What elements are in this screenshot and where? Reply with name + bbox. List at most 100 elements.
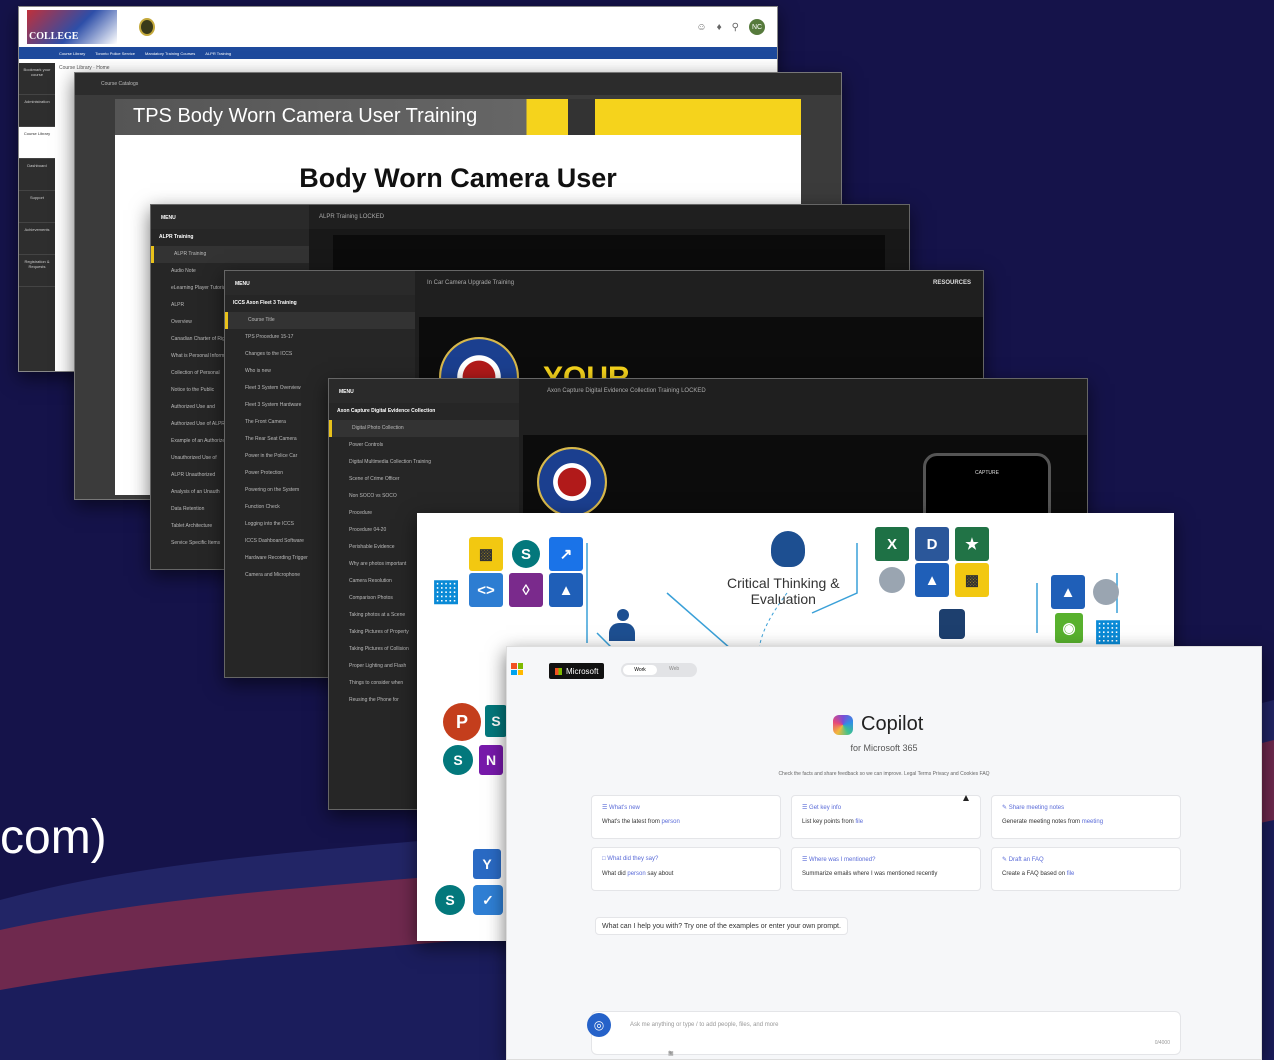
lock-icon bbox=[939, 609, 965, 639]
help-message: What can I help you with? Try one of the… bbox=[595, 917, 848, 935]
breadcrumb: Course Library Toronto Police Service Ma… bbox=[19, 47, 777, 59]
card-desc: Summarize emails where I was mentioned r… bbox=[802, 870, 972, 879]
sharepoint-icon: S bbox=[509, 537, 543, 571]
crest-icon bbox=[139, 18, 155, 36]
center-label-line: Critical Thinking & bbox=[727, 575, 840, 591]
menu-item[interactable]: ALPR Training bbox=[151, 246, 309, 263]
prompt-placeholder[interactable]: Ask me anything or type / to add people,… bbox=[630, 1022, 778, 1028]
char-counter: 0/4000 bbox=[1154, 1040, 1170, 1046]
sidebar-item[interactable]: Course Library bbox=[19, 127, 55, 159]
power-automate-icon: ◊ bbox=[509, 573, 543, 607]
center-label: Critical Thinking & Evaluation bbox=[727, 575, 840, 607]
search-icon[interactable]: ⚲ bbox=[732, 22, 739, 33]
user-icon[interactable]: ☺ bbox=[696, 22, 706, 33]
bwc-header: TPS Body Worn Camera User Training bbox=[115, 99, 801, 135]
sidebar-item[interactable]: Administration bbox=[19, 95, 55, 127]
card-title-text: What did they say? bbox=[607, 856, 659, 862]
powerpoint-icon: P bbox=[443, 703, 481, 741]
mouse-cursor-icon bbox=[963, 795, 969, 801]
menu-item[interactable]: TPS Procedure 15-17 bbox=[225, 329, 415, 346]
menu-section[interactable]: ICCS Axon Fleet 3 Training bbox=[225, 295, 415, 312]
person-icon bbox=[609, 609, 639, 645]
card-desc-text: List key points from bbox=[802, 819, 856, 825]
prompt-card[interactable]: ☰ What's new What's the latest from pers… bbox=[591, 795, 781, 839]
microsoft-badge: Microsoft bbox=[549, 663, 605, 679]
sharepoint-4-icon: S bbox=[435, 885, 465, 915]
copilot-title: Copilot bbox=[833, 713, 923, 736]
course-title: ALPR Training LOCKED bbox=[319, 214, 385, 220]
prompt-card[interactable]: ✎ Share meeting notes Generate meeting n… bbox=[991, 795, 1181, 839]
new-chat-icon[interactable]: ◎ bbox=[587, 1013, 611, 1037]
copilot-subtitle: for Microsoft 365 bbox=[850, 743, 918, 753]
card-title: ☰ Get key info bbox=[802, 805, 842, 811]
menu-item[interactable]: Scene of Crime Officer bbox=[329, 471, 519, 488]
gear-nodes-icon bbox=[879, 567, 905, 593]
breadcrumb-item[interactable]: Toronto Police Service bbox=[95, 51, 135, 56]
toggle-work[interactable]: Work bbox=[623, 665, 657, 675]
college-logo: COLLEGE bbox=[27, 10, 117, 44]
sidebar-item[interactable]: Achievements bbox=[19, 223, 55, 255]
lms-topbar: COLLEGE ☺ ♦ ⚲ NC bbox=[19, 7, 777, 47]
yammer-icon: Y bbox=[473, 849, 501, 879]
prompt-input[interactable]: Ask me anything or type / to add people,… bbox=[591, 1011, 1181, 1057]
disclaimer[interactable]: Check the facts and share feedback so we… bbox=[507, 771, 1261, 777]
card-desc: Create a FAQ based on file bbox=[1002, 870, 1172, 879]
gear-nodes-2-icon bbox=[1093, 579, 1119, 605]
menu-item[interactable]: Digital Photo Collection bbox=[329, 420, 519, 437]
resources-link[interactable]: RESOURCES bbox=[933, 271, 971, 295]
sidebar-item[interactable]: Support bbox=[19, 191, 55, 223]
menu-item[interactable]: Digital Multimedia Collection Training bbox=[329, 454, 519, 471]
card-tag: meeting bbox=[1081, 819, 1104, 825]
onenote-icon: N bbox=[479, 745, 503, 775]
card-tag: person bbox=[661, 819, 680, 825]
menu-item[interactable]: Changes to the ICCS bbox=[225, 346, 415, 363]
prompt-card[interactable]: □ What did they say? What did person say… bbox=[591, 847, 781, 891]
prompt-card[interactable]: ✎ Draft an FAQ Create a FAQ based on fil… bbox=[991, 847, 1181, 891]
card-desc-text: What did bbox=[602, 871, 628, 877]
sharepoint-3-icon: S bbox=[443, 745, 473, 775]
breadcrumb-item[interactable]: Mandatory Training Courses bbox=[145, 51, 195, 56]
windows-2-icon: ▦ bbox=[1091, 613, 1125, 647]
card-tag: file bbox=[1066, 871, 1075, 877]
card-title-text: Where was I mentioned? bbox=[809, 857, 876, 863]
caption-text: com) bbox=[0, 811, 107, 864]
copilot-logo-icon bbox=[833, 714, 853, 735]
toggle-web[interactable]: Web bbox=[669, 666, 679, 672]
azure-3-icon: ▲ bbox=[1051, 575, 1085, 609]
head-brain-icon bbox=[771, 531, 805, 567]
breadcrumb-item[interactable]: Course Library bbox=[59, 51, 85, 56]
sidebar-item[interactable]: Registration & Requests bbox=[19, 255, 55, 287]
azure-2-icon: ▲ bbox=[915, 563, 949, 597]
azure-icon: ▲ bbox=[549, 573, 583, 607]
card-desc: List key points from file bbox=[802, 818, 972, 827]
copilot-window[interactable]: Microsoft Work Web Copilot for Microsoft… bbox=[506, 646, 1262, 1060]
remote-desktop-icon: ↗ bbox=[549, 537, 583, 571]
breadcrumb-item[interactable]: ALPR Training bbox=[205, 51, 231, 56]
card-title-text: What's new bbox=[609, 805, 640, 811]
menu-item[interactable]: Power Controls bbox=[329, 437, 519, 454]
menu-section[interactable]: Axon Capture Digital Evidence Collection bbox=[329, 403, 519, 420]
card-title: ✎ Draft an FAQ bbox=[1002, 857, 1044, 863]
card-desc: What's the latest from person bbox=[602, 818, 772, 827]
windows-icon: ▦ bbox=[429, 573, 463, 607]
menu-item[interactable]: Course Title bbox=[225, 312, 415, 329]
bwc-heading: Body Worn Camera User bbox=[299, 163, 617, 193]
menu-item[interactable]: Non SOCO vs SOCO bbox=[329, 488, 519, 505]
card-title: ✎ Share meeting notes bbox=[1002, 805, 1065, 811]
avatar[interactable]: NC bbox=[749, 19, 765, 35]
sidebar-item[interactable]: Dashboard bbox=[19, 159, 55, 191]
copilot-title-text: Copilot bbox=[861, 713, 924, 735]
prompt-card[interactable]: ☰ Get key info List key points from file bbox=[791, 795, 981, 839]
card-desc: Generate meeting notes from meeting bbox=[1002, 818, 1172, 827]
prompt-card[interactable]: ☰ Where was I mentioned? Summarize email… bbox=[791, 847, 981, 891]
sidebar-item[interactable]: Bookmark your course bbox=[19, 63, 55, 95]
menu-section[interactable]: ALPR Training bbox=[151, 229, 309, 246]
work-web-toggle[interactable]: Work Web bbox=[621, 663, 697, 677]
card-title-text: Share meeting notes bbox=[1008, 805, 1065, 811]
card-tag: person bbox=[627, 871, 646, 877]
grid-icon[interactable]: ▦ bbox=[668, 1050, 674, 1057]
people-icon: ★ bbox=[955, 527, 989, 561]
center-label-line: Evaluation bbox=[750, 591, 816, 607]
card-title: □ What did they say? bbox=[602, 856, 659, 862]
bell-icon[interactable]: ♦ bbox=[717, 22, 722, 33]
